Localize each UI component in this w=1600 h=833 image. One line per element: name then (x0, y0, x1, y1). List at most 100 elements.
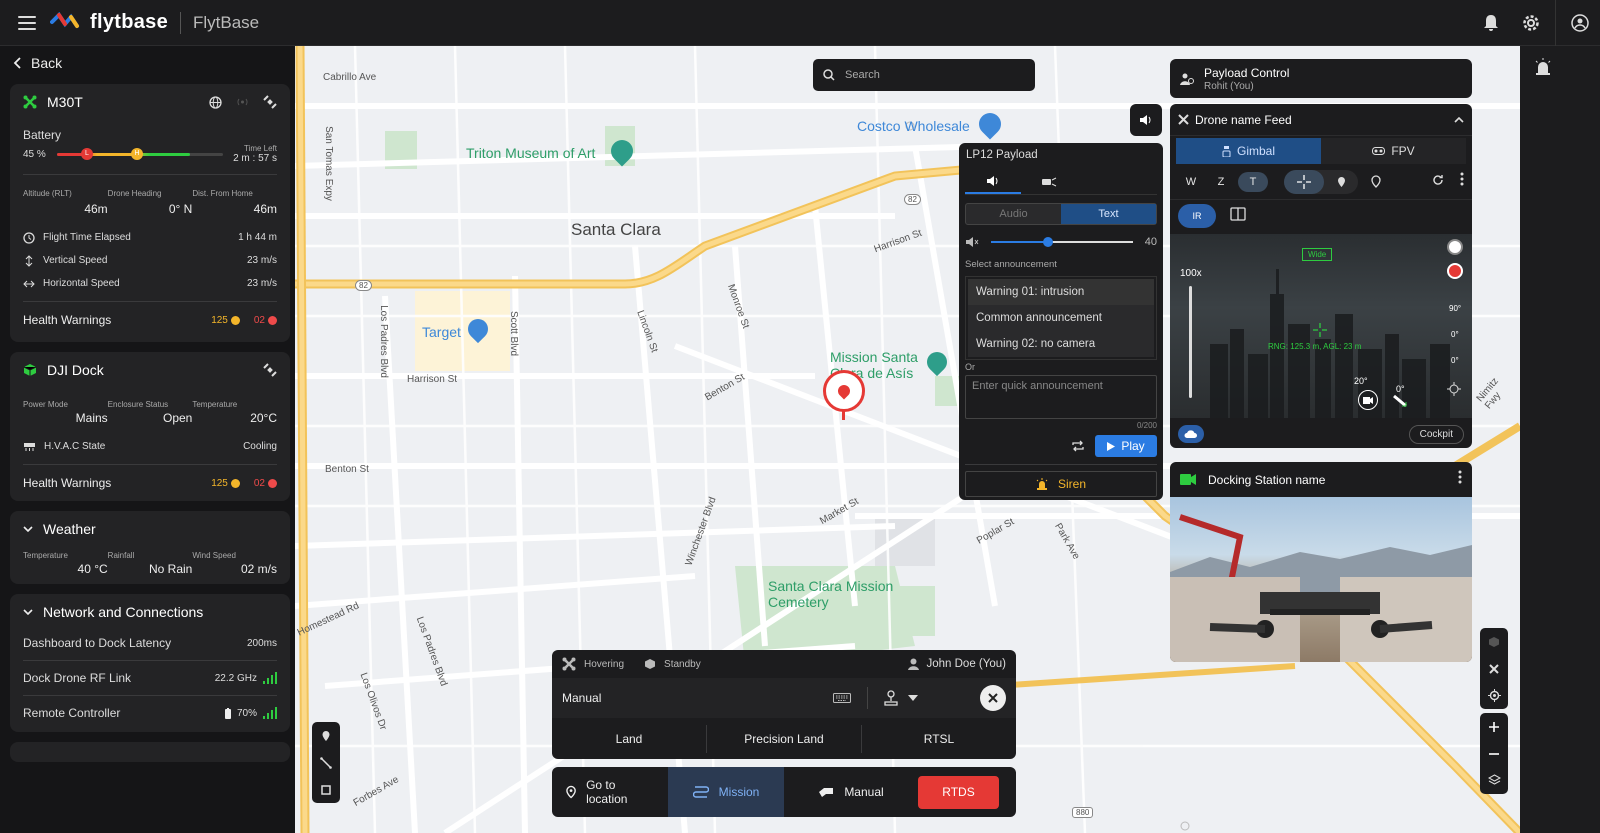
network-toggle[interactable]: Network and Connections (23, 594, 277, 630)
dock-health-warnings[interactable]: Health Warnings 125 02 (23, 465, 277, 501)
pin-tool-icon[interactable] (312, 722, 340, 749)
siren-label: Siren (1057, 477, 1086, 491)
drone-name: M30T (47, 94, 83, 110)
drone-location-pin[interactable] (823, 370, 865, 412)
alarm-icon[interactable] (1534, 58, 1552, 81)
globe-icon[interactable] (209, 95, 222, 109)
search-icon (823, 69, 835, 81)
go-to-location-button[interactable]: Go to location (552, 767, 668, 817)
cloud-stream-icon[interactable] (1178, 425, 1204, 443)
drone-health-warnings[interactable]: Health Warnings 125 02 (23, 302, 277, 338)
char-count: 0/200 (1136, 421, 1157, 430)
chevron-up-icon[interactable] (1454, 116, 1464, 123)
menu-icon[interactable] (18, 12, 36, 34)
more-options-icon[interactable] (1460, 172, 1464, 191)
crosshair-mode-icon[interactable] (1284, 169, 1324, 194)
satellite-icon[interactable] (263, 363, 277, 377)
gear-icon[interactable] (1511, 0, 1551, 46)
zoom-lens-button[interactable]: Z (1208, 176, 1234, 188)
ir-toggle[interactable]: IR (1178, 204, 1216, 228)
volume-slider[interactable] (991, 237, 1133, 247)
land-button[interactable]: Land (552, 724, 707, 753)
zoom-out-icon[interactable] (1480, 740, 1508, 767)
map-label: Los Padres Blvd (377, 305, 389, 378)
location-mode-icon[interactable] (1362, 175, 1390, 188)
weather-toggle[interactable]: Weather (23, 511, 277, 547)
select-announcement-label: Select announcement (965, 259, 1057, 270)
tab-speaker[interactable] (965, 169, 1021, 194)
play-label: Play (1121, 439, 1145, 453)
flight-control-panel: Hovering Standby John Doe (You) Manual L… (552, 650, 1016, 759)
satellite-icon[interactable] (263, 95, 277, 109)
rtds-button[interactable]: RTDS (918, 775, 999, 809)
payload-control-title: Payload Control (1204, 65, 1290, 80)
area-tool-icon[interactable] (312, 776, 340, 803)
payload-panel: LP12 Payload Audio Text 40 Select announ… (959, 143, 1163, 500)
precision-land-button[interactable]: Precision Land (707, 724, 862, 753)
siren-button[interactable]: Siren (965, 471, 1157, 497)
zoom-in-icon[interactable] (1480, 713, 1508, 740)
spotlight-icon (1042, 177, 1057, 186)
dist-home-value: 46m (253, 202, 278, 216)
cube-icon[interactable] (1480, 628, 1508, 655)
wide-lens-button[interactable]: W (1178, 176, 1204, 188)
profile-icon[interactable] (1560, 0, 1600, 46)
search-input[interactable]: Search (845, 69, 880, 81)
drone-focus-icon[interactable] (1480, 655, 1508, 682)
rtsl-button[interactable]: RTSL (862, 725, 1016, 753)
dock-icon (23, 364, 37, 376)
record-white-button[interactable] (1447, 239, 1463, 255)
back-button[interactable]: Back (10, 46, 290, 80)
cockpit-button[interactable]: Cockpit (1408, 424, 1464, 444)
logo: flytbase (50, 11, 168, 34)
keyboard-icon[interactable] (833, 693, 851, 703)
joystick-icon[interactable] (884, 690, 900, 706)
dock-camera-view[interactable] (1170, 497, 1472, 662)
tab-spotlight[interactable] (1021, 169, 1077, 194)
record-red-button[interactable] (1447, 263, 1463, 279)
repeat-icon[interactable] (1071, 440, 1085, 452)
gimbal-reset-icon[interactable] (1447, 382, 1461, 401)
video-record-icon[interactable] (1358, 390, 1378, 410)
point-mode-icon[interactable] (1324, 176, 1358, 188)
mission-label: Mission (718, 785, 760, 799)
more-options-icon[interactable] (1458, 470, 1462, 489)
bell-icon[interactable] (1471, 0, 1511, 46)
dock-temp-value: 20°C (250, 411, 278, 425)
chevron-down-icon (23, 526, 33, 532)
zoom-slider[interactable] (1189, 286, 1192, 398)
locate-icon[interactable] (1480, 682, 1508, 709)
split-view-icon[interactable] (1230, 206, 1246, 226)
close-control-button[interactable] (980, 685, 1006, 711)
caret-down-icon[interactable] (908, 695, 918, 701)
dock-temp-label: Temperature (192, 400, 238, 409)
audio-tab[interactable]: Audio (966, 204, 1061, 224)
drone-card: M30T Battery 45 % L H Time Left 2 m : 57… (10, 84, 290, 342)
clock-icon (23, 231, 35, 244)
refresh-icon[interactable] (1432, 173, 1444, 191)
flight-mode-label: Manual (562, 691, 602, 705)
announcement-option[interactable]: Warning 02: no camera (968, 331, 1154, 357)
camera-view[interactable]: 100x Wide RNG: 125.3 m, AGL: 23 m 90° 0°… (1170, 234, 1472, 418)
mission-button[interactable]: Mission (668, 767, 784, 817)
or-label: Or (965, 362, 975, 372)
tab-gimbal[interactable]: Gimbal (1176, 138, 1321, 164)
quick-announcement-input[interactable]: Enter quick announcement (965, 375, 1157, 419)
latency-value: 200ms (246, 637, 277, 649)
tab-fpv[interactable]: FPV (1321, 138, 1466, 164)
text-tab[interactable]: Text (1061, 204, 1156, 224)
payload-control-panel[interactable]: Payload Control Rohit (You) (1170, 59, 1472, 98)
layers-icon[interactable] (1480, 767, 1508, 794)
map-label: San Tomas Expy (322, 126, 334, 201)
play-icon (1107, 441, 1116, 451)
thermal-lens-button[interactable]: T (1238, 171, 1268, 192)
map-poi-label: Santa Clara Mission Cemetery (768, 578, 894, 610)
announcement-option[interactable]: Warning 01: intrusion (968, 279, 1154, 305)
play-button[interactable]: Play (1095, 435, 1157, 457)
map-search-bar[interactable]: Search (813, 59, 1035, 91)
announcement-option[interactable]: Common announcement (968, 305, 1154, 331)
speaker-toggle-button[interactable] (1130, 104, 1162, 136)
signal-off-icon (237, 98, 248, 106)
line-tool-icon[interactable] (312, 749, 340, 776)
manual-button[interactable]: Manual (784, 767, 918, 817)
